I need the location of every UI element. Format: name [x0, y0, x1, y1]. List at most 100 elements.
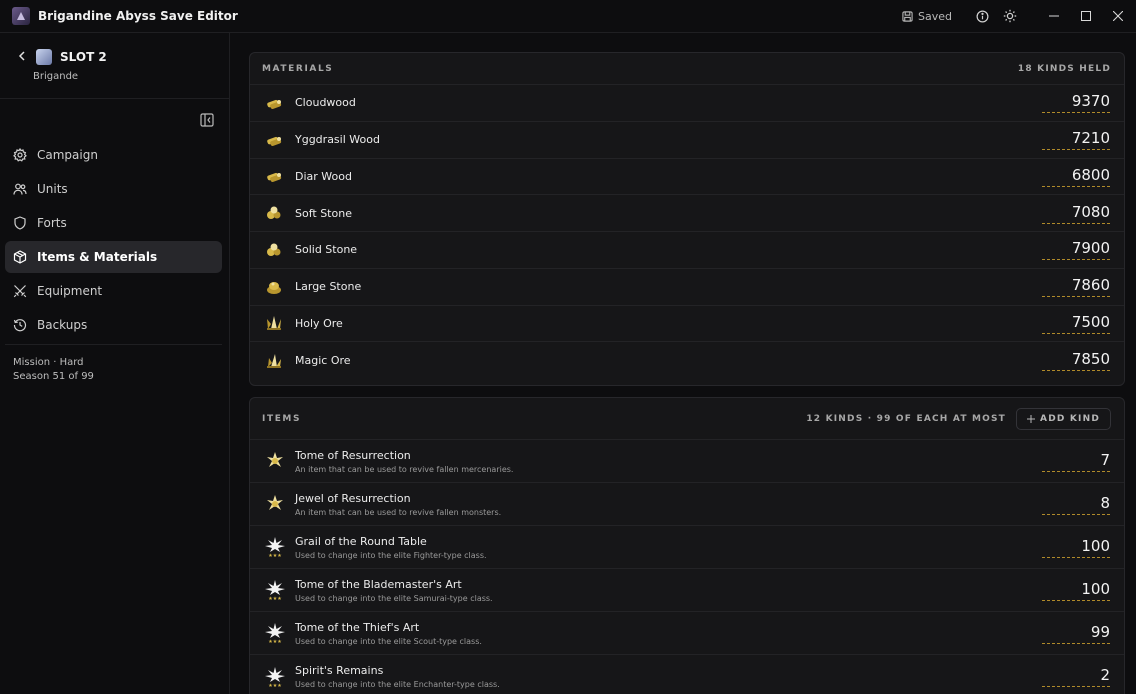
item-name: Tome of the Thief's Art	[295, 620, 420, 634]
users-icon	[13, 183, 27, 195]
material-name: Yggdrasil Wood	[295, 133, 380, 147]
stone-icon	[264, 277, 284, 297]
material-quantity-input[interactable]: 6800	[1042, 166, 1110, 187]
collapse-sidebar-button[interactable]	[200, 112, 216, 128]
item-name: Tome of the Blademaster's Art	[295, 577, 462, 591]
info-icon	[976, 10, 988, 22]
title-bar: Brigandine Abyss Save Editor Saved	[0, 0, 1136, 33]
material-quantity-input[interactable]: 7210	[1042, 129, 1110, 151]
sidebar-item-campaign[interactable]: Campaign	[5, 139, 222, 171]
theme-toggle-button[interactable]	[996, 0, 1024, 33]
wood-icon	[264, 130, 284, 150]
item-row: Tome of Resurrection An item that can be…	[250, 440, 1124, 483]
material-row: Large Stone 7860	[250, 269, 1124, 306]
sun-icon	[1003, 9, 1017, 23]
material-row: Soft Stone 7080	[250, 195, 1124, 232]
item-description: Used to change into the elite Fighter-ty…	[295, 550, 487, 560]
sidebar-item-forts[interactable]: Forts	[5, 207, 222, 239]
saved-label: Saved	[918, 9, 952, 23]
item-description: An item that can be used to revive falle…	[295, 507, 502, 517]
svg-text:★★★: ★★★	[268, 683, 282, 688]
item-row: ★★★ Tome of the Blademaster's Art Used t…	[250, 569, 1124, 612]
main-content: MATERIALS 18 KINDS HELD Cloudwood 9370 Y…	[231, 33, 1136, 694]
stone-icon	[264, 240, 284, 260]
material-name: Soft Stone	[295, 206, 352, 220]
item-name: Spirit's Remains	[295, 664, 384, 677]
material-row: Cloudwood 9370	[250, 85, 1124, 122]
material-row: Diar Wood 6800	[250, 159, 1124, 196]
item-quantity-input[interactable]: 100	[1042, 537, 1110, 558]
item-text: Jewel of Resurrection An item that can b…	[295, 492, 501, 517]
item-description: Used to change into the elite Enchanter-…	[295, 680, 500, 689]
box-icon	[13, 250, 27, 264]
item-text: Tome of Resurrection An item that can be…	[295, 449, 513, 474]
item-row: ★★★ Spirit's Remains Used to change into…	[250, 655, 1124, 694]
item-text: Grail of the Round Table Used to change …	[295, 535, 487, 560]
maximize-icon	[1081, 11, 1091, 21]
item-text: Tome of the Blademaster's Art Used to ch…	[295, 578, 493, 603]
material-quantity-input[interactable]: 7860	[1042, 276, 1110, 298]
save-icon	[902, 10, 913, 22]
material-name: Holy Ore	[295, 316, 343, 330]
elite-class-icon: ★★★	[264, 622, 286, 644]
back-button[interactable]	[18, 50, 28, 64]
item-quantity-input[interactable]: 8	[1042, 494, 1110, 515]
material-row: Holy Ore 7500	[250, 306, 1124, 343]
sidebar-item-label: Equipment	[37, 284, 103, 298]
sidebar-item-units[interactable]: Units	[5, 173, 222, 205]
items-header: ITEMS 12 KINDS · 99 OF EACH AT MOST ADD …	[250, 398, 1124, 440]
materials-count: 18 KINDS HELD	[1017, 63, 1111, 74]
material-quantity-input[interactable]: 7500	[1042, 313, 1110, 334]
close-button[interactable]	[1102, 0, 1134, 33]
add-kind-button[interactable]: ADD KIND	[1016, 407, 1111, 430]
app-title: Brigandine Abyss Save Editor	[38, 9, 238, 23]
sidebar-item-equipment[interactable]: Equipment	[5, 275, 222, 307]
wood-icon	[264, 166, 284, 186]
season-progress: Season 51 of 99	[13, 371, 94, 382]
slot-avatar	[36, 49, 52, 65]
add-kind-label: ADD KIND	[1040, 413, 1100, 424]
material-quantity-input[interactable]: 9370	[1042, 92, 1110, 114]
sidebar-item-items-materials[interactable]: Items & Materials	[5, 241, 222, 273]
item-quantity-input[interactable]: 99	[1042, 623, 1110, 644]
material-quantity-input[interactable]: 7080	[1042, 203, 1110, 224]
app-window: Brigandine Abyss Save Editor Saved SLOT …	[0, 0, 1136, 694]
elite-class-icon: ★★★	[264, 666, 286, 688]
material-quantity-input[interactable]: 7850	[1042, 350, 1110, 372]
slot-header: SLOT 2 Brigande	[0, 33, 229, 99]
item-row: Jewel of Resurrection An item that can b…	[250, 483, 1124, 526]
material-name: Cloudwood	[295, 96, 356, 110]
sidebar-item-backups[interactable]: Backups	[5, 309, 222, 341]
close-icon	[1113, 11, 1123, 21]
items-panel: ITEMS 12 KINDS · 99 OF EACH AT MOST ADD …	[249, 397, 1125, 694]
saved-status: Saved	[902, 10, 952, 23]
material-name: Magic Ore	[295, 354, 351, 368]
sidebar-nav: Campaign Units Forts Items & Materials E…	[5, 139, 222, 343]
svg-text:★★★: ★★★	[268, 596, 282, 601]
item-quantity-input[interactable]: 2	[1042, 666, 1110, 687]
slot-title: SLOT 2	[60, 50, 107, 64]
item-quantity-input[interactable]: 7	[1042, 451, 1110, 472]
history-icon	[13, 319, 27, 332]
campaign-meta: Mission · Hard Season 51 of 99	[13, 356, 94, 384]
ore-icon	[264, 313, 284, 333]
plus-icon	[1027, 414, 1036, 423]
slot-subtitle: Brigande	[33, 71, 79, 82]
item-text: Spirit's Remains Used to change into the…	[295, 664, 500, 689]
sidebar-item-label: Units	[37, 182, 68, 196]
maximize-button[interactable]	[1070, 0, 1102, 33]
item-quantity-input[interactable]: 100	[1042, 580, 1110, 601]
material-row: Yggdrasil Wood 7210	[250, 122, 1124, 159]
material-name: Diar Wood	[295, 169, 352, 183]
svg-text:★★★: ★★★	[268, 639, 282, 644]
item-text: Tome of the Thief's Art Used to change i…	[295, 621, 482, 646]
gear-icon	[13, 148, 27, 162]
sidebar-item-label: Items & Materials	[37, 250, 158, 264]
elite-class-icon: ★★★	[264, 536, 286, 558]
resurrection-icon	[264, 450, 286, 472]
info-button[interactable]	[968, 0, 996, 33]
minimize-icon	[1049, 15, 1059, 17]
material-quantity-input[interactable]: 7900	[1042, 239, 1110, 261]
wood-icon	[264, 93, 284, 113]
minimize-button[interactable]	[1038, 0, 1070, 33]
